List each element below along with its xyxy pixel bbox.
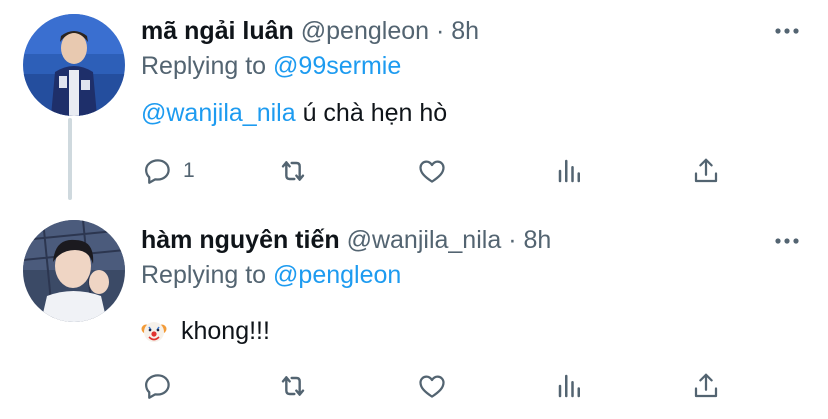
reply-icon (145, 159, 170, 184)
separator-dot: · (508, 226, 517, 254)
share-icon (694, 373, 718, 398)
avatar-photo (23, 220, 125, 322)
share-button[interactable] (691, 368, 721, 404)
like-icon (419, 160, 445, 183)
retweet-button[interactable] (277, 368, 309, 404)
display-name[interactable]: mã ngải luân (141, 17, 294, 45)
like-button[interactable] (417, 153, 447, 189)
share-button[interactable] (691, 153, 721, 189)
analytics-icon (558, 374, 580, 398)
tweet-header: hàm nguyên tiến @wanjila_nila · 8h (141, 225, 551, 255)
reply-icon (145, 374, 170, 399)
replying-prefix: Replying to (141, 261, 274, 289)
tweet-body-text: khong!!! (181, 317, 270, 345)
analytics-button[interactable] (555, 368, 585, 404)
reply-count: 1 (183, 159, 195, 182)
share-icon (694, 158, 718, 183)
tweet[interactable]: mã ngải luân @pengleon · 8h Replying to … (0, 0, 828, 210)
reply-button[interactable]: 1 (143, 153, 195, 189)
more-icon[interactable] (774, 237, 800, 245)
user-handle[interactable]: @wanjila_nila (347, 226, 502, 254)
clown-face-emoji (141, 322, 167, 342)
avatar[interactable] (23, 14, 125, 116)
mention-link[interactable]: @wanjila_nila (141, 99, 296, 127)
user-handle[interactable]: @pengleon (301, 17, 429, 45)
replying-to: Replying to @99sermie (141, 51, 401, 81)
display-name[interactable]: hàm nguyên tiến (141, 226, 340, 254)
more-icon[interactable] (774, 27, 800, 35)
avatar[interactable] (23, 220, 125, 322)
reply-button[interactable] (143, 368, 183, 404)
tweet-text: @wanjila_nila ú chà hẹn hò (141, 98, 447, 128)
retweet-icon (281, 161, 305, 181)
replying-to: Replying to @pengleon (141, 260, 401, 290)
like-icon (419, 375, 445, 398)
tweet-text: khong!!! (141, 316, 270, 346)
tweet-header: mã ngải luân @pengleon · 8h (141, 16, 479, 46)
retweet-icon (281, 376, 305, 396)
tweet-body-text: ú chà hẹn hò (295, 99, 448, 127)
separator-dot: · (435, 17, 445, 45)
action-bar: 1 (141, 153, 741, 189)
replying-prefix: Replying to (141, 52, 274, 80)
replying-to-link[interactable]: @pengleon (273, 261, 401, 289)
analytics-icon (558, 159, 580, 183)
retweet-button[interactable] (277, 153, 309, 189)
timestamp[interactable]: 8h (523, 226, 551, 254)
replying-to-link[interactable]: @99sermie (273, 52, 401, 80)
avatar-photo (23, 14, 125, 116)
analytics-button[interactable] (555, 153, 585, 189)
thread-line (68, 118, 72, 200)
timestamp[interactable]: 8h (451, 17, 479, 45)
action-bar (141, 368, 741, 404)
tweet[interactable]: hàm nguyên tiến @wanjila_nila · 8h Reply… (0, 210, 828, 419)
like-button[interactable] (417, 368, 447, 404)
